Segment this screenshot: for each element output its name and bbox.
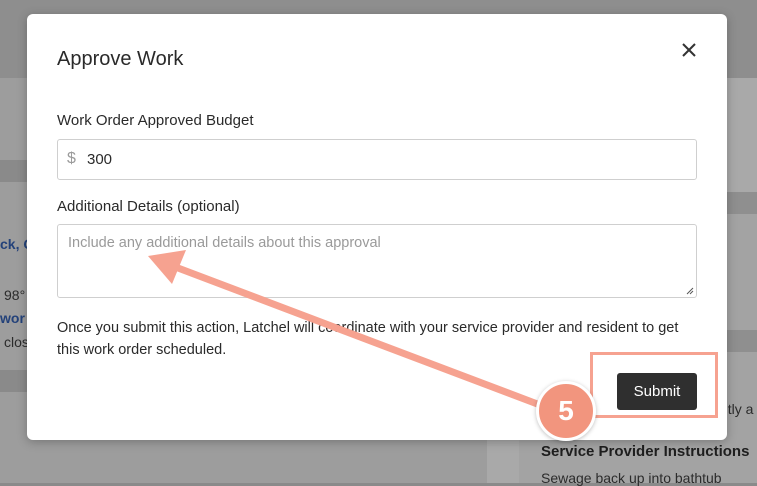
step-number-badge: 5 [536, 381, 596, 441]
annotation-highlight-box [590, 352, 718, 418]
